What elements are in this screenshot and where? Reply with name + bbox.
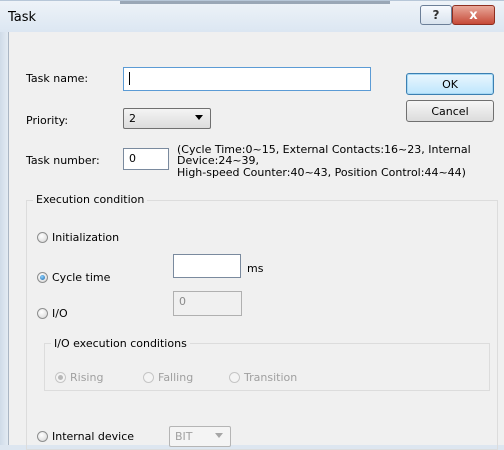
io-option[interactable]: I/O <box>37 307 68 320</box>
dialog-client-area: Task name: OK Cancel Priority: 2 Task nu… <box>8 32 504 450</box>
internal-device-label: Internal device <box>52 430 135 443</box>
help-icon: ? <box>432 8 440 22</box>
cycle-time-label: Cycle time <box>52 271 111 284</box>
io-radio[interactable] <box>37 308 48 319</box>
priority-value: 2 <box>129 112 136 125</box>
ok-button-label: OK <box>442 77 458 91</box>
falling-radio[interactable] <box>143 372 154 383</box>
internal-device-option[interactable]: Internal device <box>37 430 134 443</box>
chevron-down-icon <box>215 433 223 438</box>
rising-option[interactable]: Rising <box>55 371 103 384</box>
cycle-time-option[interactable]: Cycle time <box>37 271 110 284</box>
ok-button[interactable]: OK <box>406 73 494 95</box>
task-dialog: Task ? x Task name: OK Cancel Priority: … <box>0 0 504 450</box>
text-caret <box>129 72 130 85</box>
cycle-time-input[interactable] <box>173 254 241 278</box>
close-button[interactable]: x <box>452 5 495 25</box>
task-name-input[interactable] <box>123 67 371 91</box>
task-number-input[interactable]: 0 <box>123 148 169 170</box>
cycle-time-unit: ms <box>247 262 264 275</box>
internal-device-type-select[interactable]: BIT <box>169 426 231 447</box>
transition-option[interactable]: Transition <box>229 371 297 384</box>
initialization-label: Initialization <box>52 231 120 244</box>
rising-radio[interactable] <box>55 372 66 383</box>
window-title: Task <box>8 10 37 25</box>
window-border <box>0 32 8 445</box>
falling-label: Falling <box>158 371 194 384</box>
falling-option[interactable]: Falling <box>143 371 193 384</box>
internal-device-radio[interactable] <box>37 431 48 442</box>
initialization-option[interactable]: Initialization <box>37 231 119 244</box>
transition-label: Transition <box>244 371 298 384</box>
help-button[interactable]: ? <box>420 5 452 25</box>
title-bar-accent <box>120 1 390 4</box>
internal-device-type-value: BIT <box>175 430 193 443</box>
task-name-label: Task name: <box>26 72 89 85</box>
task-number-label: Task number: <box>26 154 100 167</box>
cancel-button-label: Cancel <box>431 104 469 118</box>
io-value: 0 <box>179 295 186 308</box>
task-number-hint-line3: High-speed Counter:40~43, Position Contr… <box>177 166 466 179</box>
cancel-button[interactable]: Cancel <box>406 100 494 122</box>
priority-select[interactable]: 2 <box>123 108 211 129</box>
io-label: I/O <box>52 307 68 320</box>
transition-radio[interactable] <box>229 372 240 383</box>
initialization-radio[interactable] <box>37 232 48 243</box>
chevron-down-icon <box>195 115 203 120</box>
io-execution-conditions-title: I/O execution conditions <box>51 337 190 350</box>
cycle-time-radio[interactable] <box>37 272 48 283</box>
priority-label: Priority: <box>26 114 69 127</box>
execution-condition-title: Execution condition <box>33 193 148 206</box>
close-icon: x <box>469 7 478 23</box>
title-bar[interactable]: Task ? x <box>0 0 504 33</box>
io-input[interactable]: 0 <box>173 291 242 316</box>
task-number-value: 0 <box>129 152 136 165</box>
rising-label: Rising <box>70 371 104 384</box>
